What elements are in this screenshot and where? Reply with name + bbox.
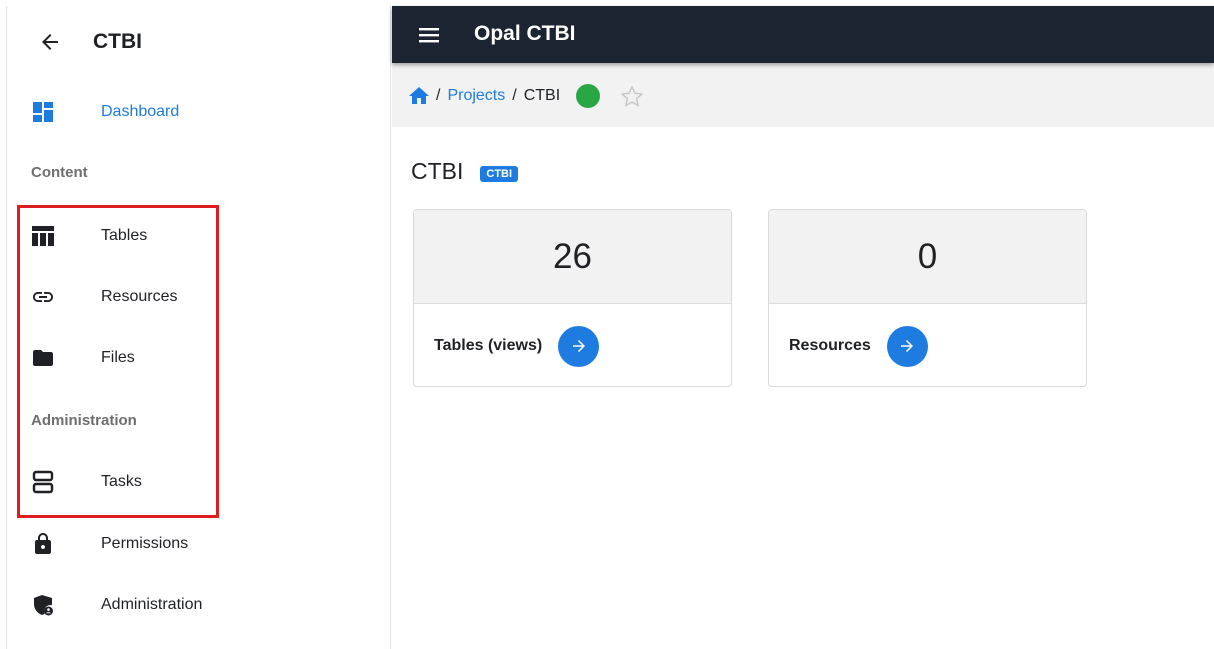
resources-go-button[interactable]: [886, 325, 928, 367]
sidebar-item-tables[interactable]: Tables: [7, 212, 390, 260]
star-icon[interactable]: [620, 85, 644, 108]
sidebar-item-tasks[interactable]: Tasks: [7, 458, 390, 506]
breadcrumb-separator: /: [436, 87, 441, 104]
app-title: Opal CTBI: [474, 22, 576, 45]
sidebar-title: CTBI: [93, 30, 142, 53]
top-app-bar: Opal CTBI: [392, 6, 1214, 63]
back-button[interactable]: [33, 25, 67, 59]
sidebar-item-resources[interactable]: Resources: [7, 273, 390, 321]
tables-card: 26 Tables (views): [413, 209, 732, 387]
sidebar-item-administration[interactable]: Administration: [7, 581, 390, 629]
section-header-administration: Administration: [31, 412, 137, 429]
breadcrumb-bar: / Projects / CTBI: [392, 63, 1214, 127]
tables-card-label: Tables (views): [434, 337, 543, 354]
card-footer: Tables (views): [414, 304, 731, 386]
card-footer: Resources: [769, 304, 1086, 386]
arrow-left-icon: [42, 34, 58, 50]
project-badge: CTBI: [480, 165, 519, 182]
folder-icon: [31, 346, 55, 370]
section-header-content: Content: [31, 164, 88, 181]
hamburger-menu-icon: [419, 28, 439, 43]
arrow-right-icon: [901, 340, 914, 352]
sidebar-header: CTBI: [7, 6, 390, 76]
tables-go-button[interactable]: [558, 325, 600, 367]
sidebar-item-label: Administration: [101, 596, 203, 613]
home-icon[interactable]: [409, 87, 429, 105]
breadcrumb: / Projects / CTBI: [409, 82, 644, 110]
sidebar-item-label: Files: [101, 349, 135, 366]
status-indicator: [576, 84, 601, 108]
table-icon: [31, 224, 55, 248]
arrow-right-icon: [572, 340, 585, 352]
admin-shield-icon: [31, 593, 55, 617]
resources-count: 0: [917, 236, 938, 276]
sidebar-item-label: Tables: [101, 227, 148, 244]
page-title: CTBI: [411, 158, 464, 184]
breadcrumb-current: CTBI: [523, 87, 561, 104]
card-value-area: 0: [769, 210, 1086, 304]
sidebar-item-dashboard[interactable]: Dashboard: [7, 88, 390, 136]
card-value-area: 26: [414, 210, 731, 304]
sidebar-item-permissions[interactable]: Permissions: [7, 520, 390, 568]
sidebar-item-label: Resources: [101, 288, 178, 305]
breadcrumb-separator: /: [512, 87, 517, 104]
sidebar: CTBI Dashboard Content Tables Resources …: [6, 6, 391, 649]
sidebar-item-label: Permissions: [101, 535, 189, 552]
tables-count: 26: [553, 236, 592, 276]
breadcrumb-projects-link[interactable]: Projects: [447, 87, 505, 105]
page-title-row: CTBI CTBI: [411, 158, 519, 185]
main-content: / Projects / CTBI CTBI CTBI 26 Tables (v…: [392, 63, 1214, 649]
menu-button[interactable]: [414, 20, 444, 50]
sidebar-item-label: Tasks: [101, 473, 142, 490]
tasks-icon: [31, 470, 55, 494]
sidebar-item-files[interactable]: Files: [7, 334, 390, 382]
resources-card: 0 Resources: [768, 209, 1087, 387]
resources-card-label: Resources: [789, 337, 871, 354]
sidebar-item-label: Dashboard: [101, 103, 180, 120]
link-icon: [31, 285, 55, 309]
lock-icon: [31, 532, 55, 556]
dashboard-icon: [31, 100, 55, 124]
